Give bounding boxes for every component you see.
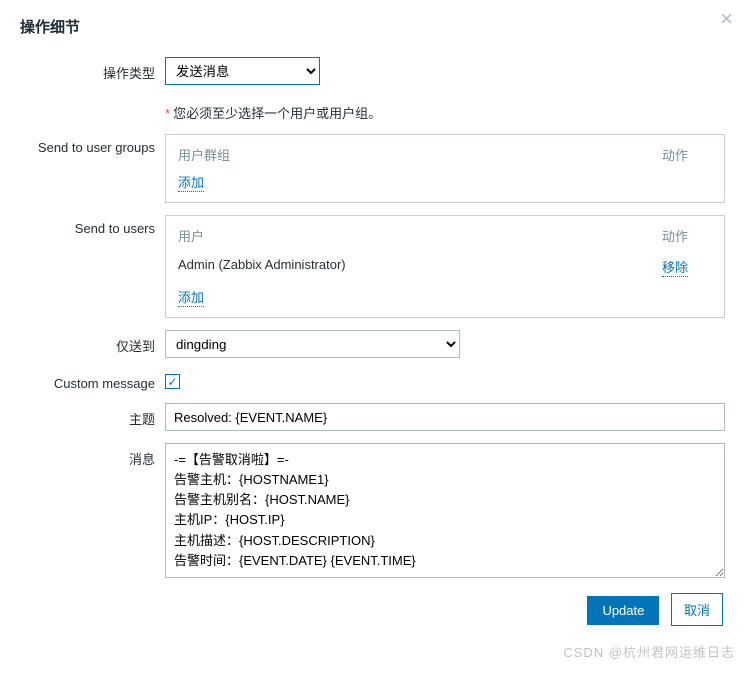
operation-type-label: 操作类型 — [20, 57, 165, 82]
send-only-to-select[interactable]: dingding — [165, 330, 460, 358]
users-col-name: 用户 — [178, 226, 662, 245]
user-name: Admin (Zabbix Administrator) — [178, 257, 662, 277]
close-icon[interactable]: × — [720, 6, 733, 32]
message-textarea[interactable] — [165, 443, 725, 578]
operation-type-select[interactable]: 发送消息 — [165, 57, 320, 85]
update-button[interactable]: Update — [587, 596, 659, 625]
send-only-to-label: 仅送到 — [20, 330, 165, 355]
users-box: 用户 动作 Admin (Zabbix Administrator) 移除 添加 — [165, 215, 725, 318]
user-groups-label: Send to user groups — [20, 134, 165, 155]
user-groups-col-name: 用户群组 — [178, 145, 662, 164]
remove-user-link[interactable]: 移除 — [662, 257, 688, 277]
custom-message-checkbox[interactable]: ✓ — [165, 374, 180, 389]
message-label: 消息 — [20, 443, 165, 468]
custom-message-label: Custom message — [20, 370, 165, 391]
subject-input[interactable] — [165, 403, 725, 431]
users-col-action: 动作 — [662, 226, 712, 245]
operation-detail-modal: × 操作细节 操作类型 发送消息 *您必须至少选择一个用户或用户组。 Send … — [0, 0, 745, 636]
users-label: Send to users — [20, 215, 165, 236]
modal-title: 操作细节 — [20, 16, 725, 37]
subject-label: 主题 — [20, 403, 165, 428]
required-asterisk: * — [165, 106, 170, 121]
validation-message: 您必须至少选择一个用户或用户组。 — [173, 106, 381, 121]
watermark: CSDN @杭州君网运维日志 — [563, 642, 735, 661]
user-groups-col-action: 动作 — [662, 145, 712, 164]
add-user-link[interactable]: 添加 — [178, 287, 204, 307]
cancel-button[interactable]: 取消 — [671, 593, 723, 626]
user-groups-box: 用户群组 动作 添加 — [165, 134, 725, 203]
add-user-group-link[interactable]: 添加 — [178, 172, 204, 192]
table-row: Admin (Zabbix Administrator) 移除 — [178, 253, 712, 281]
